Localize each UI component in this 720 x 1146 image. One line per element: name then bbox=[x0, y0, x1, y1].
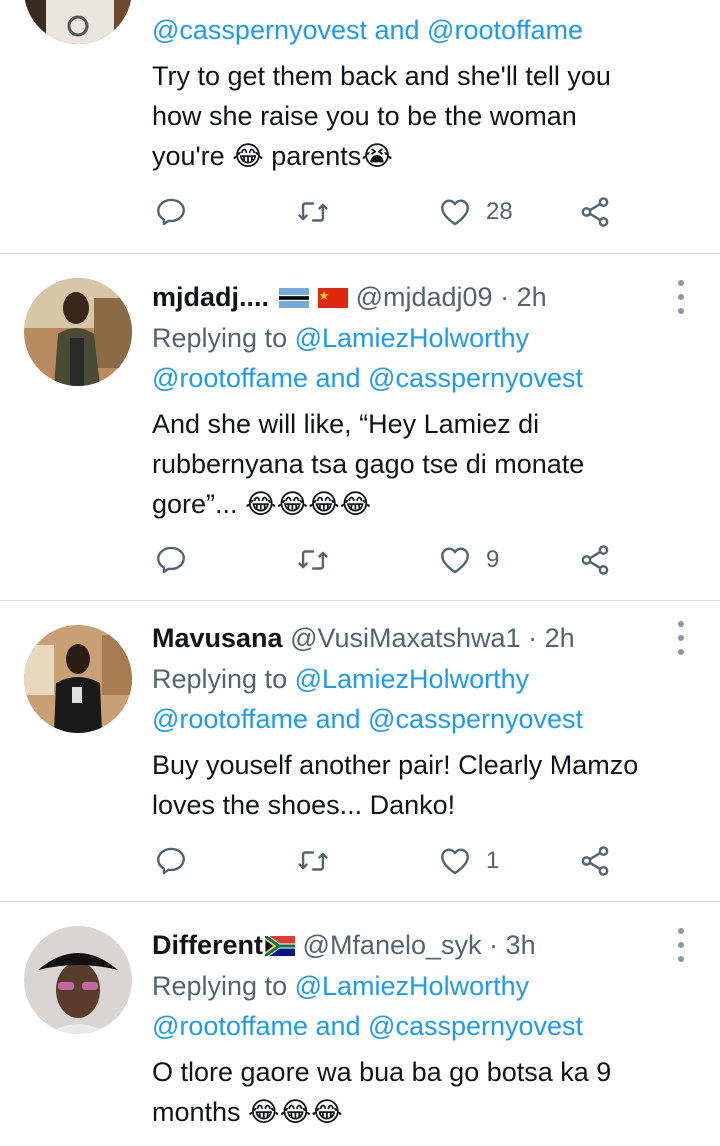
share-icon bbox=[581, 846, 609, 876]
share-icon bbox=[581, 197, 609, 227]
tweet-2[interactable]: Mavusana @VusiMaxatshwa1 · 2h Replying t… bbox=[0, 601, 720, 901]
like-count: 9 bbox=[486, 546, 500, 573]
timestamp[interactable]: 3h bbox=[506, 930, 536, 960]
like-button[interactable]: 1 bbox=[438, 841, 499, 881]
tweet-text-line: loves the shoes... Danko! bbox=[152, 790, 456, 820]
tweet-header: Different @Mfanelo_syk · 3h bbox=[152, 928, 536, 962]
retweet-button[interactable] bbox=[296, 192, 330, 232]
share-button[interactable] bbox=[578, 841, 612, 881]
retweet-icon bbox=[298, 550, 328, 570]
tweet-0[interactable]: @casspernyovest and @rootoffame Try to g… bbox=[0, 0, 720, 253]
tweet-text: And she will like, “Hey Lamiez di rubber… bbox=[152, 404, 712, 524]
reply-button[interactable] bbox=[154, 192, 188, 232]
reply-targets[interactable]: @rootoffame and @casspernyovest bbox=[152, 1011, 583, 1041]
share-button[interactable] bbox=[578, 192, 612, 232]
retweet-button[interactable] bbox=[296, 540, 330, 580]
more-options-button[interactable] bbox=[676, 928, 686, 962]
tweet-text-line: months 😂😂😂 bbox=[152, 1097, 343, 1127]
separator-dot: · bbox=[528, 623, 538, 653]
tweet-1[interactable]: mjdadj.... @mjdadj09 · 2h Replying to @L… bbox=[0, 254, 720, 600]
display-name[interactable]: mjdadj.... bbox=[152, 282, 269, 312]
tweet-text: Buy youself another pair! Clearly Mamzo … bbox=[152, 745, 712, 825]
replying-to-label: Replying to bbox=[152, 664, 288, 694]
reply-target-link[interactable]: @LamiezHolworthy bbox=[295, 323, 529, 353]
username[interactable]: @VusiMaxatshwa1 bbox=[290, 623, 521, 653]
reply-targets[interactable]: @rootoffame and @casspernyovest bbox=[152, 363, 583, 393]
tweet-actions: 28 bbox=[152, 192, 622, 232]
avatar[interactable] bbox=[24, 0, 132, 44]
like-count: 28 bbox=[486, 198, 513, 225]
share-button[interactable] bbox=[578, 540, 612, 580]
more-options-button[interactable] bbox=[676, 280, 686, 314]
more-options-icon bbox=[678, 928, 684, 934]
botswana-flag-icon bbox=[278, 288, 309, 308]
reply-targets[interactable]: @rootoffame and @casspernyovest bbox=[152, 704, 583, 734]
tweet-3[interactable]: Different @Mfanelo_syk · 3h Replying to … bbox=[0, 902, 720, 1146]
tweet-text: O tlore gaore wa bua ba go botsa ka 9 mo… bbox=[152, 1052, 712, 1132]
reply-target-link[interactable]: @LamiezHolworthy bbox=[295, 971, 529, 1001]
tweet-actions: 1 bbox=[152, 841, 622, 881]
retweet-icon bbox=[298, 851, 328, 871]
display-name[interactable]: Mavusana bbox=[152, 623, 283, 653]
separator-dot: · bbox=[500, 282, 510, 312]
reply-button[interactable] bbox=[154, 540, 188, 580]
separator-dot: · bbox=[489, 930, 499, 960]
like-count: 1 bbox=[486, 847, 500, 874]
tweet-text-line: rubbernyana tsa gago tse di monate bbox=[152, 449, 585, 479]
retweet-button[interactable] bbox=[296, 841, 330, 881]
avatar[interactable] bbox=[24, 926, 132, 1034]
tweet-text-line: Buy youself another pair! Clearly Mamzo bbox=[152, 750, 639, 780]
tweet-text-line: how she raise you to be the woman bbox=[152, 101, 577, 131]
reply-icon bbox=[157, 198, 185, 226]
more-options-button[interactable] bbox=[676, 621, 686, 655]
username[interactable]: @Mfanelo_syk bbox=[303, 930, 482, 960]
like-icon bbox=[441, 199, 469, 226]
reply-icon bbox=[157, 847, 185, 875]
avatar[interactable] bbox=[24, 625, 132, 733]
south-africa-flag-icon bbox=[265, 936, 296, 956]
tweet-text-line: O tlore gaore wa bua ba go botsa ka 9 bbox=[152, 1057, 612, 1087]
reply-button[interactable] bbox=[154, 841, 188, 881]
china-flag-icon bbox=[318, 288, 349, 308]
tweet-text: Try to get them back and she'll tell you… bbox=[152, 56, 712, 176]
tweet-actions: 9 bbox=[152, 540, 622, 580]
timestamp[interactable]: 2h bbox=[517, 282, 547, 312]
more-options-icon bbox=[678, 621, 684, 627]
reply-icon bbox=[157, 546, 185, 574]
display-name[interactable]: Different bbox=[152, 930, 263, 960]
retweet-icon bbox=[298, 202, 328, 222]
avatar[interactable] bbox=[24, 278, 132, 386]
tweet-text-line: And she will like, “Hey Lamiez di bbox=[152, 409, 540, 439]
more-options-icon bbox=[678, 280, 684, 286]
replying-to-label: Replying to bbox=[152, 323, 288, 353]
like-button[interactable]: 28 bbox=[438, 192, 513, 232]
tweet-text-line: gore”... 😂😂😂😂 bbox=[152, 489, 372, 519]
username[interactable]: @mjdadj09 bbox=[356, 282, 493, 312]
tweet-text-line: Try to get them back and she'll tell you bbox=[152, 61, 611, 91]
tweet-header: Mavusana @VusiMaxatshwa1 · 2h bbox=[152, 621, 575, 655]
timestamp[interactable]: 2h bbox=[545, 623, 575, 653]
share-icon bbox=[581, 545, 609, 575]
tweet-text-line: you're 😂 parents😭 bbox=[152, 141, 393, 171]
tweet-header: mjdadj.... @mjdadj09 · 2h bbox=[152, 280, 547, 314]
like-icon bbox=[441, 547, 469, 574]
replying-to-label: Replying to bbox=[152, 971, 288, 1001]
reply-target-link[interactable]: @LamiezHolworthy bbox=[295, 664, 529, 694]
like-button[interactable]: 9 bbox=[438, 540, 499, 580]
reply-targets[interactable]: @casspernyovest and @rootoffame bbox=[152, 15, 583, 45]
like-icon bbox=[441, 848, 469, 875]
